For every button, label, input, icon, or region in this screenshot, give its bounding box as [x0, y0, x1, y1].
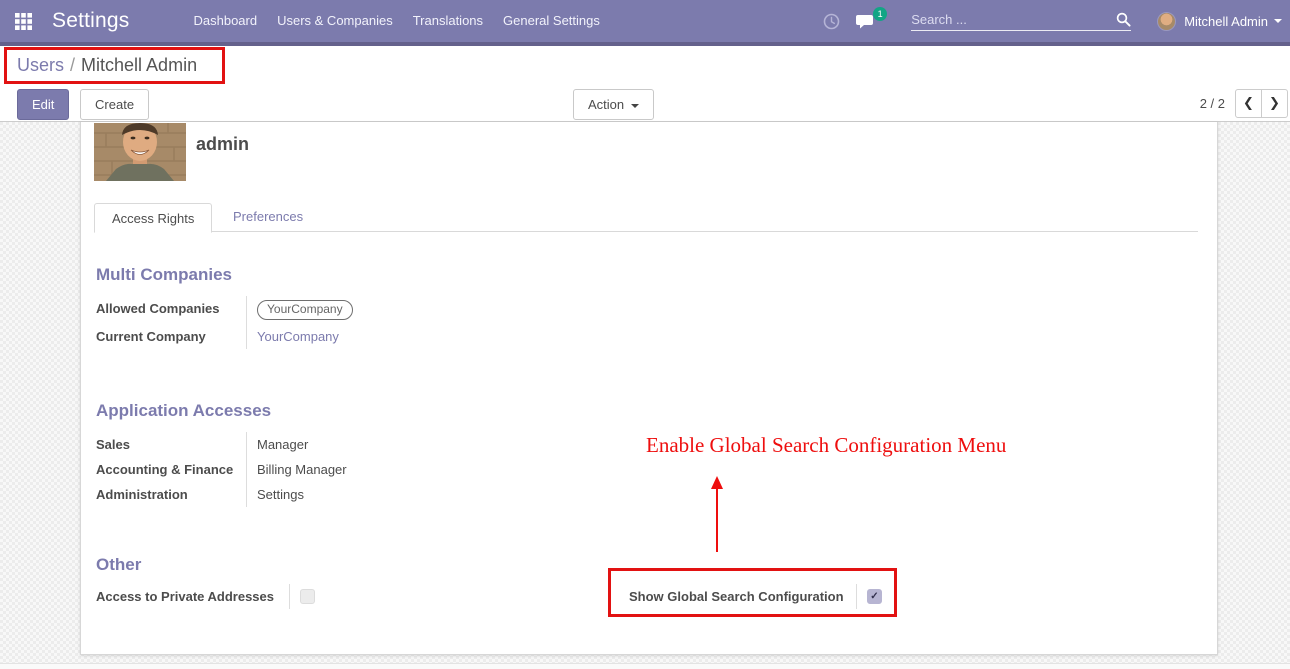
- field-value-access-private-addresses: [289, 584, 349, 609]
- bottom-edge-strip: [0, 663, 1290, 669]
- page: Settings Dashboard Users & Companies Tra…: [0, 0, 1290, 669]
- search-input[interactable]: [911, 12, 1116, 27]
- notebook-tabs: Access Rights Preferences: [94, 202, 1198, 232]
- menu-item-dashboard[interactable]: Dashboard: [183, 0, 267, 42]
- apps-grid-icon[interactable]: [10, 8, 36, 34]
- user-avatar[interactable]: [1157, 12, 1176, 31]
- field-label-administration: Administration: [96, 482, 246, 507]
- menu-item-users-companies[interactable]: Users & Companies: [267, 0, 403, 42]
- clock-glyph: [823, 13, 840, 30]
- action-dropdown-button[interactable]: Action: [573, 89, 654, 120]
- messages-chat-icon[interactable]: 1: [856, 13, 877, 30]
- group-application-accesses: Sales Manager Accounting & Finance Billi…: [96, 432, 546, 507]
- top-navbar: Settings Dashboard Users & Companies Tra…: [0, 0, 1290, 46]
- user-photo-image: [94, 123, 186, 181]
- field-value-current-company: YourCompany: [246, 324, 546, 349]
- group-other-left: Access to Private Addresses: [96, 584, 349, 609]
- access-private-addresses-checkbox[interactable]: [300, 589, 315, 604]
- caret-down-icon: [631, 104, 639, 108]
- pager-value: 2 / 2: [1200, 96, 1225, 111]
- search-icon[interactable]: [1116, 12, 1131, 27]
- global-search: [911, 12, 1131, 31]
- group-multi-companies: Allowed Companies YourCompany Current Co…: [96, 296, 546, 349]
- breadcrumb-users-link[interactable]: Users: [17, 55, 64, 75]
- action-area: Action: [573, 89, 654, 120]
- field-value-administration: Settings: [246, 482, 546, 507]
- company-tag: YourCompany: [257, 300, 353, 320]
- tab-access-rights[interactable]: Access Rights: [94, 203, 212, 233]
- breadcrumb-separator: /: [70, 55, 75, 75]
- user-menu[interactable]: Mitchell Admin: [1184, 14, 1268, 29]
- field-value-accounting-finance: Billing Manager: [246, 457, 546, 482]
- menu-item-general-settings[interactable]: General Settings: [493, 0, 610, 42]
- breadcrumb-red-highlight: Users / Mitchell Admin: [4, 47, 225, 84]
- field-label-accounting-finance: Accounting & Finance: [96, 457, 246, 482]
- apps-grid-glyph: [15, 13, 32, 30]
- chevron-down-icon: [1274, 19, 1282, 23]
- chevron-right-icon: ❯: [1269, 96, 1280, 111]
- control-panel: Users/Mitchell Admin Edit Create Action …: [0, 46, 1290, 122]
- edit-button[interactable]: Edit: [17, 89, 69, 120]
- action-label: Action: [588, 97, 624, 112]
- field-value-allowed-companies: YourCompany: [246, 296, 546, 324]
- app-title: Settings: [52, 9, 129, 33]
- pager-next-button[interactable]: ❯: [1261, 89, 1288, 118]
- messages-count-badge: 1: [873, 7, 887, 21]
- field-label-access-private-addresses: Access to Private Addresses: [96, 584, 289, 609]
- activities-clock-icon[interactable]: [823, 13, 840, 30]
- record-title: admin: [196, 134, 249, 155]
- pager-buttons: ❮ ❯: [1235, 89, 1288, 118]
- menu-item-translations[interactable]: Translations: [403, 0, 493, 42]
- section-heading-other: Other: [96, 555, 141, 575]
- annotation-text: Enable Global Search Configuration Menu: [646, 433, 1006, 458]
- user-photo: [94, 123, 186, 181]
- pager-previous-button[interactable]: ❮: [1235, 89, 1262, 118]
- field-label-current-company: Current Company: [96, 324, 246, 349]
- record-buttons: Edit Create: [17, 89, 156, 120]
- create-button[interactable]: Create: [80, 89, 149, 120]
- tab-preferences[interactable]: Preferences: [216, 202, 320, 232]
- checkbox-red-highlight: [608, 568, 897, 617]
- chevron-left-icon: ❮: [1243, 96, 1254, 111]
- annotation-arrow-up-icon: [708, 476, 726, 554]
- breadcrumb-current: Mitchell Admin: [81, 55, 197, 75]
- field-value-sales: Manager: [246, 432, 546, 457]
- section-heading-application-accesses: Application Accesses: [96, 401, 271, 421]
- main-menu: Dashboard Users & Companies Translations…: [183, 0, 609, 42]
- field-label-allowed-companies: Allowed Companies: [96, 296, 246, 324]
- breadcrumb: Users / Mitchell Admin: [17, 55, 197, 76]
- pager: 2 / 2 ❮ ❯: [1200, 89, 1288, 118]
- navbar-right: 1 Mitchell Admin: [823, 0, 1282, 42]
- current-company-link[interactable]: YourCompany: [257, 328, 339, 345]
- section-heading-multi-companies: Multi Companies: [96, 265, 232, 285]
- field-label-sales: Sales: [96, 432, 246, 457]
